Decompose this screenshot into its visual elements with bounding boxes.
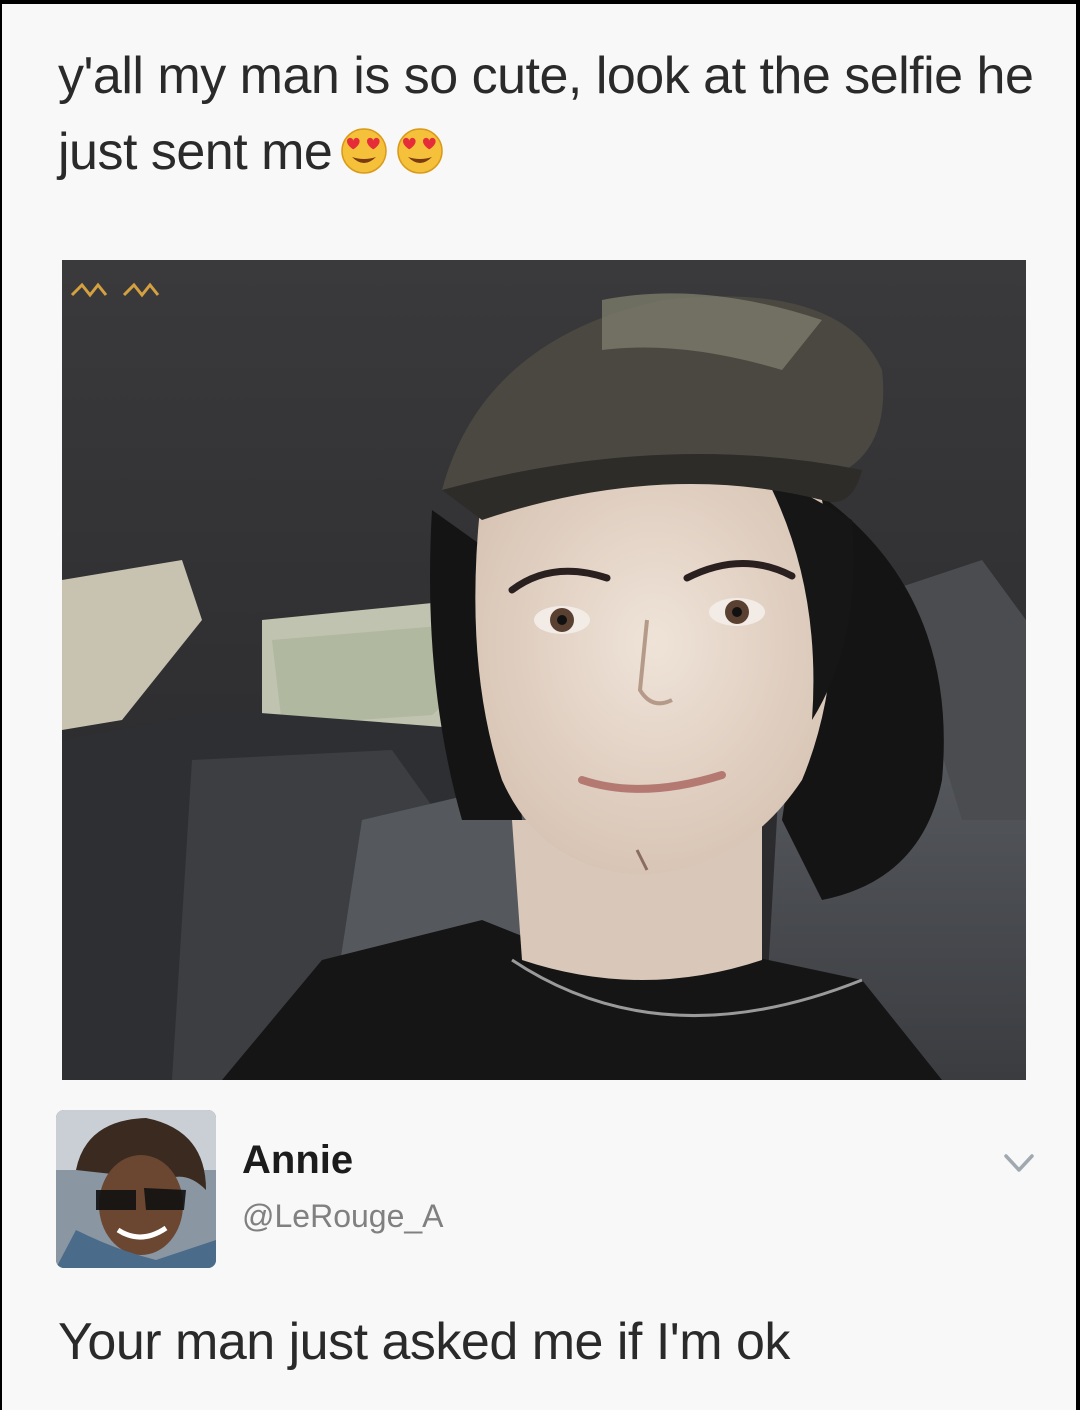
avatar[interactable] bbox=[56, 1110, 216, 1268]
heart-eyes-emoji-icon bbox=[397, 128, 444, 174]
screenshot-frame: y'all my man is so cute, look at the sel… bbox=[0, 0, 1080, 1410]
tweet-text: y'all my man is so cute, look at the sel… bbox=[58, 47, 1034, 181]
avatar-image bbox=[56, 1110, 216, 1268]
quoted-reply-author: Annie @LeRouge_A bbox=[56, 1110, 1036, 1270]
tweet-card: y'all my man is so cute, look at the sel… bbox=[2, 4, 1076, 1410]
tweet-photo-selfie[interactable]: ᴍᴍ bbox=[62, 260, 1026, 1080]
selfie-image: ᴍᴍ bbox=[62, 260, 1026, 1080]
reply-text: Your man just asked me if I'm ok bbox=[58, 1313, 790, 1371]
author-name[interactable]: Annie bbox=[242, 1138, 353, 1183]
author-handle[interactable]: @LeRouge_A bbox=[242, 1198, 444, 1235]
chevron-down-icon[interactable] bbox=[1002, 1150, 1036, 1178]
tweet-text-block: y'all my man is so cute, look at the sel… bbox=[58, 38, 1038, 190]
heart-eyes-emoji-icon bbox=[341, 128, 388, 174]
